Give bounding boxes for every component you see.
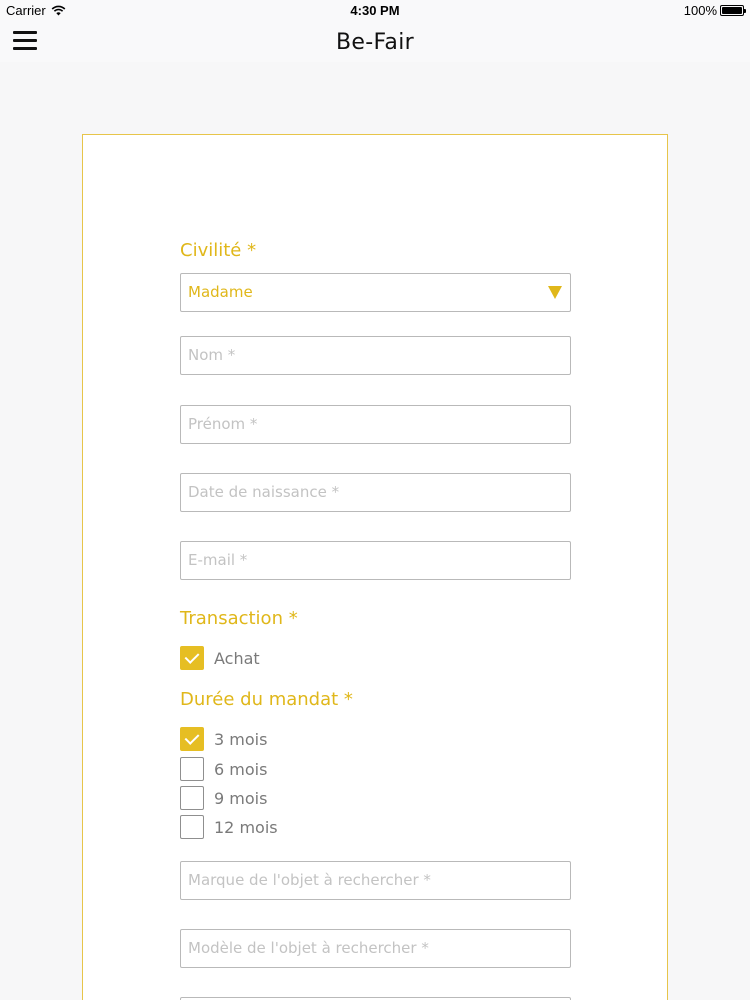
- battery-info: 100%: [683, 3, 746, 18]
- achat-label: Achat: [214, 648, 260, 668]
- email-input[interactable]: E-mail *: [180, 541, 571, 580]
- date-naissance-input[interactable]: Date de naissance *: [180, 473, 571, 512]
- nav-bar: Be-Fair: [0, 22, 750, 62]
- battery-icon: [720, 5, 746, 16]
- achat-checkbox[interactable]: [180, 646, 204, 670]
- modele-input[interactable]: Modèle de l'objet à rechercher *: [180, 929, 571, 968]
- modele-placeholder: Modèle de l'objet à rechercher *: [188, 939, 429, 957]
- duree-option-3[interactable]: 3 mois: [180, 727, 267, 751]
- status-bar: Carrier 4:30 PM 100%: [0, 0, 750, 22]
- civilite-select[interactable]: Madame: [180, 273, 571, 312]
- status-time: 4:30 PM: [350, 3, 400, 18]
- duree-option-6[interactable]: 6 mois: [180, 757, 267, 781]
- duree-12-checkbox[interactable]: [180, 815, 204, 839]
- duree-6-label: 6 mois: [214, 759, 268, 779]
- civilite-label: Civilité *: [180, 240, 257, 261]
- duree-9-label: 9 mois: [214, 788, 268, 808]
- transaction-label: Transaction *: [180, 608, 298, 629]
- prenom-input[interactable]: Prénom *: [180, 405, 571, 444]
- civilite-value: Madame: [188, 283, 253, 301]
- dropdown-arrow-icon: [548, 286, 562, 299]
- marque-placeholder: Marque de l'objet à rechercher *: [188, 871, 431, 889]
- battery-percent: 100%: [683, 3, 717, 18]
- nom-input[interactable]: Nom *: [180, 336, 571, 375]
- duree-label: Durée du mandat *: [180, 689, 353, 710]
- nom-placeholder: Nom *: [188, 346, 236, 364]
- duree-12-label: 12 mois: [214, 817, 278, 837]
- prenom-placeholder: Prénom *: [188, 415, 258, 433]
- marque-input[interactable]: Marque de l'objet à rechercher *: [180, 861, 571, 900]
- email-placeholder: E-mail *: [188, 551, 248, 569]
- duree-3-label: 3 mois: [214, 729, 268, 749]
- duree-9-checkbox[interactable]: [180, 786, 204, 810]
- duree-option-9[interactable]: 9 mois: [180, 786, 267, 810]
- duree-3-checkbox[interactable]: [180, 727, 204, 751]
- page-title: Be-Fair: [336, 30, 414, 55]
- duree-6-checkbox[interactable]: [180, 757, 204, 781]
- duree-option-12[interactable]: 12 mois: [180, 815, 278, 839]
- date-placeholder: Date de naissance *: [188, 483, 340, 501]
- transaction-achat-option[interactable]: Achat: [180, 646, 260, 670]
